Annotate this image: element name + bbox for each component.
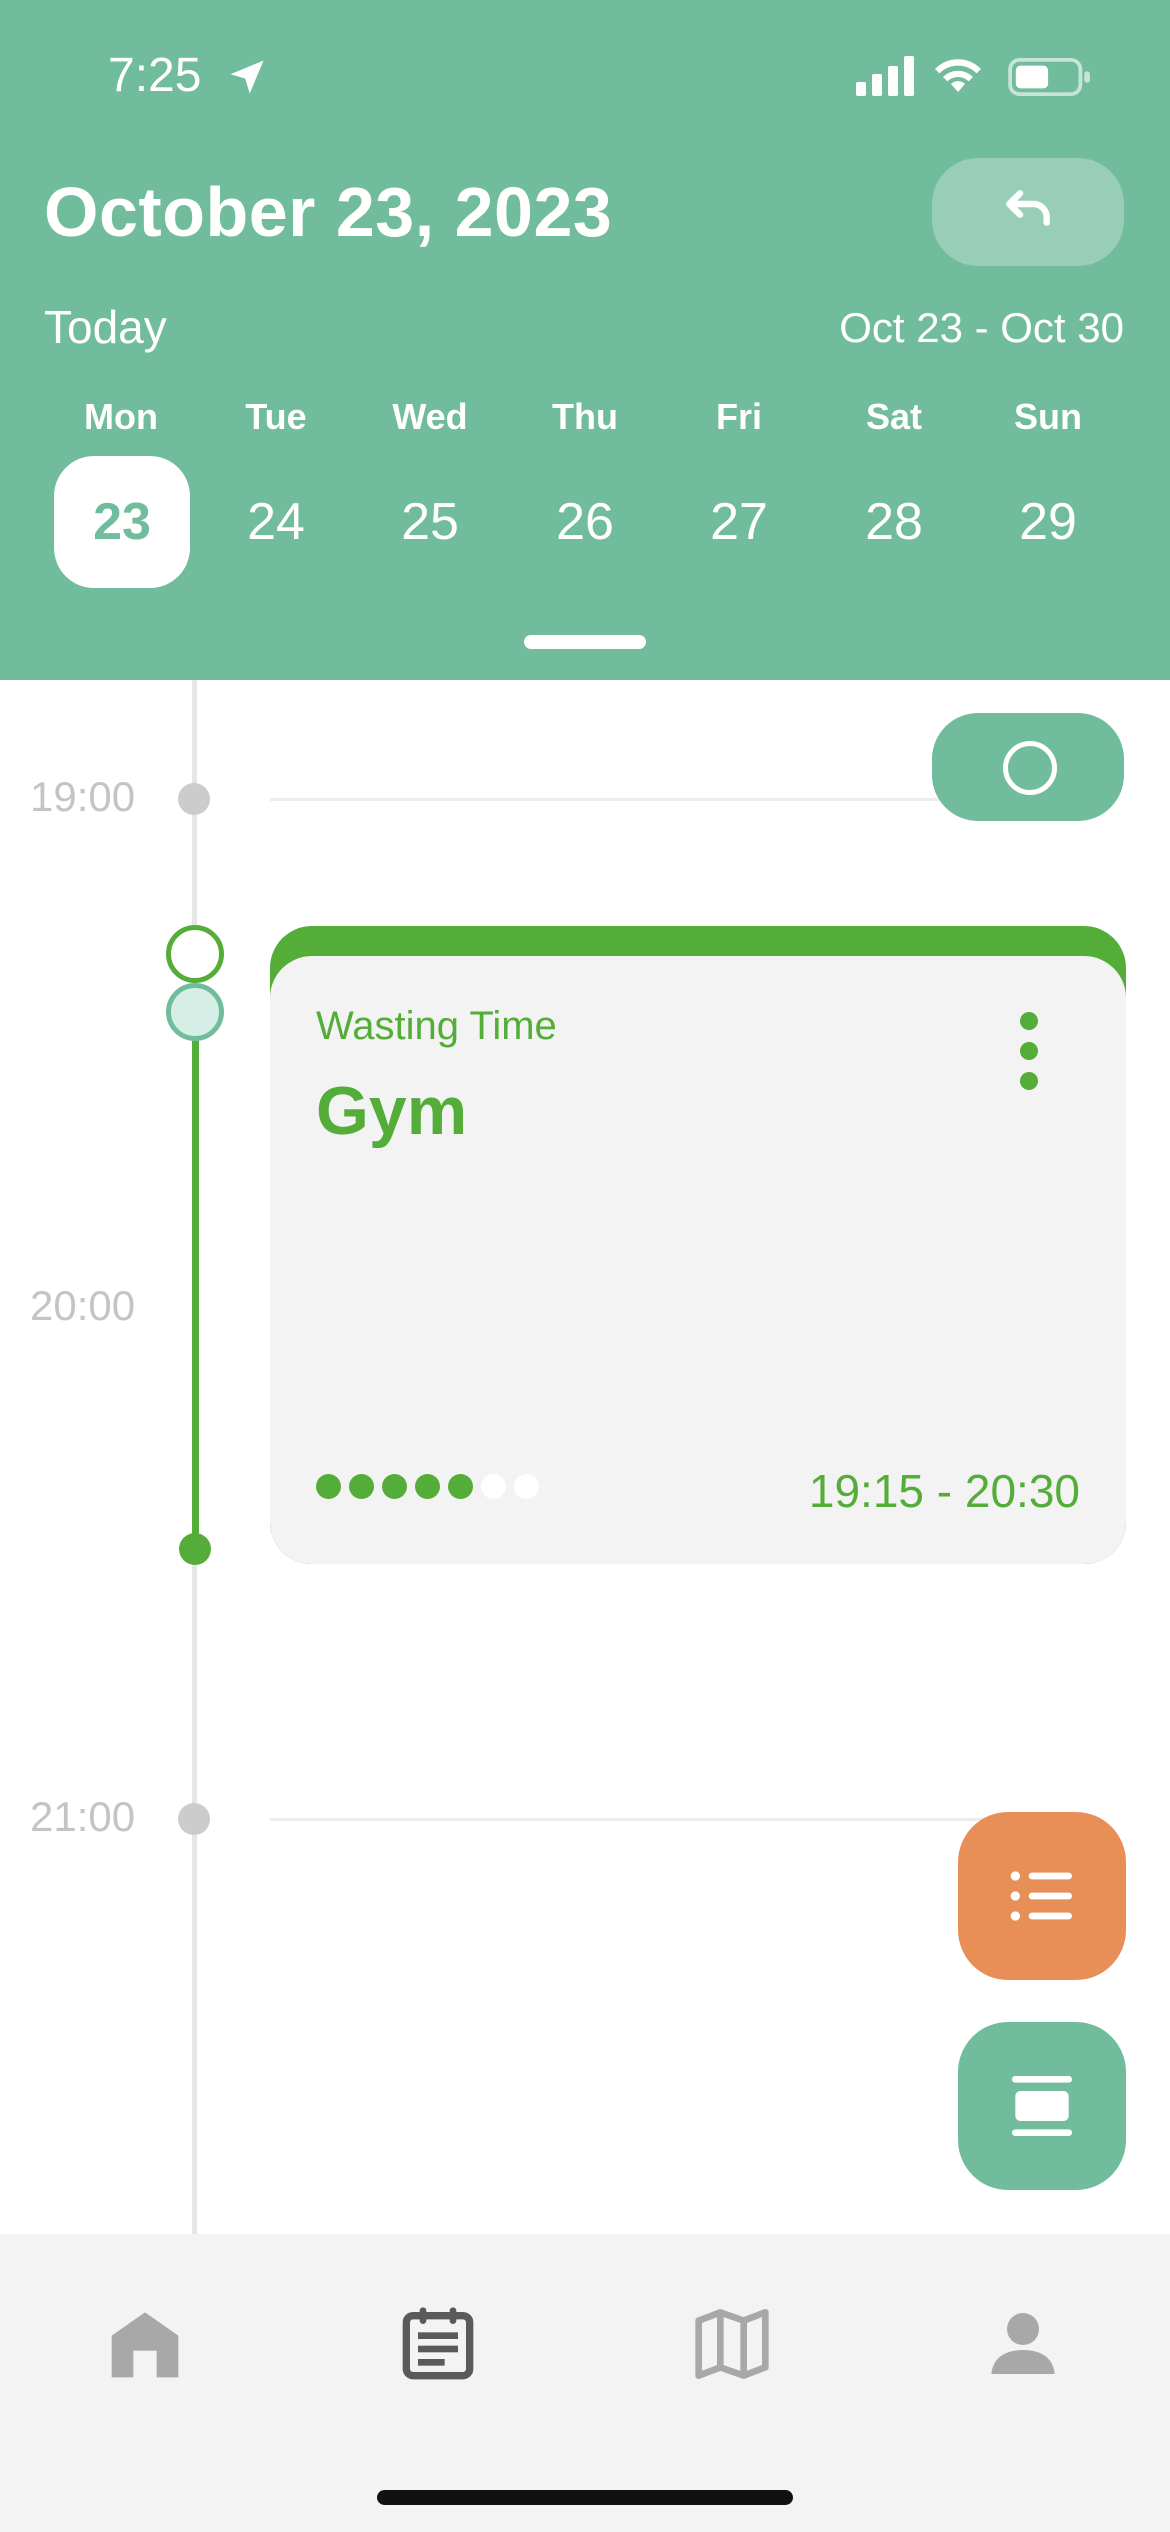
- hour-marker: [178, 1803, 210, 1835]
- hour-label: 19:00: [30, 773, 136, 820]
- day-name: Sat: [865, 396, 923, 437]
- bottom-tab-bar: [0, 2234, 1170, 2532]
- event-card-body: Wasting Time Gym 19:15 - 20:30: [270, 956, 1126, 1564]
- tab-profile[interactable]: [963, 2284, 1083, 2404]
- hour-gridline: [270, 1818, 1090, 1821]
- timer-button[interactable]: [932, 713, 1124, 821]
- day-24[interactable]: 24: [208, 456, 344, 588]
- wifi-icon: [935, 59, 981, 92]
- current-time-marker: [166, 983, 224, 1041]
- day-28[interactable]: 28: [826, 456, 962, 588]
- more-options-icon[interactable]: [1014, 1012, 1044, 1102]
- undo-icon: [1006, 190, 1050, 226]
- rating-dot: [448, 1474, 473, 1499]
- tab-map[interactable]: [672, 2284, 792, 2404]
- hour-label: 20:00: [30, 1282, 136, 1329]
- day-name: Mon: [84, 396, 158, 437]
- undo-button[interactable]: [932, 158, 1124, 266]
- sheet-handle[interactable]: [524, 635, 646, 649]
- event-duration-line: [192, 1010, 199, 1550]
- rating-dot: [481, 1474, 506, 1499]
- event-category: Wasting Time: [316, 1004, 557, 1048]
- day-name: Thu: [552, 396, 618, 437]
- map-icon: [695, 2309, 769, 2379]
- rating-dot: [316, 1474, 341, 1499]
- location-arrow-icon: [230, 60, 264, 94]
- day-26[interactable]: 26: [517, 456, 653, 588]
- rating-dot: [382, 1474, 407, 1499]
- list-view-button[interactable]: [958, 1812, 1126, 1980]
- rating-dot: [349, 1474, 374, 1499]
- event-end-marker: [179, 1533, 211, 1565]
- rating-dot: [415, 1474, 440, 1499]
- list-icon: [1010, 1871, 1072, 1921]
- hour-label: 21:00: [30, 1793, 136, 1840]
- day-name: Wed: [392, 396, 468, 437]
- profile-icon: [991, 2313, 1055, 2374]
- status-time: 7:25: [108, 49, 202, 102]
- home-indicator: [377, 2490, 793, 2505]
- day-name: Sun: [1014, 396, 1082, 437]
- home-icon: [111, 2312, 179, 2378]
- event-start-marker: [166, 925, 224, 983]
- rating-dot: [514, 1474, 539, 1499]
- hour-marker: [178, 783, 210, 815]
- battery-icon: [1008, 58, 1090, 96]
- day-27[interactable]: 27: [671, 456, 807, 588]
- event-time-range: 19:15 - 20:30: [808, 1465, 1080, 1517]
- view-agenda-icon: [1012, 2076, 1072, 2136]
- page-title: October 23, 2023: [44, 173, 613, 251]
- event-card[interactable]: Wasting Time Gym 19:15 - 20:30: [270, 926, 1126, 1564]
- cellular-signal-icon: [856, 56, 914, 96]
- day-29[interactable]: 29: [980, 456, 1116, 588]
- day-name: Fri: [715, 396, 762, 437]
- day-25[interactable]: 25: [362, 456, 498, 588]
- today-label[interactable]: Today: [44, 300, 167, 354]
- circle-icon: [1003, 741, 1057, 795]
- event-rating-dots: [316, 1474, 539, 1499]
- day-view-button[interactable]: [958, 2022, 1126, 2190]
- tab-calendar[interactable]: [378, 2284, 498, 2404]
- day-name: Tue: [245, 396, 307, 437]
- day-23-selected[interactable]: 23: [54, 456, 190, 588]
- week-range: Oct 23 - Oct 30: [839, 304, 1124, 351]
- calendar-icon: [402, 2307, 474, 2380]
- tab-home[interactable]: [85, 2284, 205, 2404]
- event-title: Gym: [316, 1073, 468, 1149]
